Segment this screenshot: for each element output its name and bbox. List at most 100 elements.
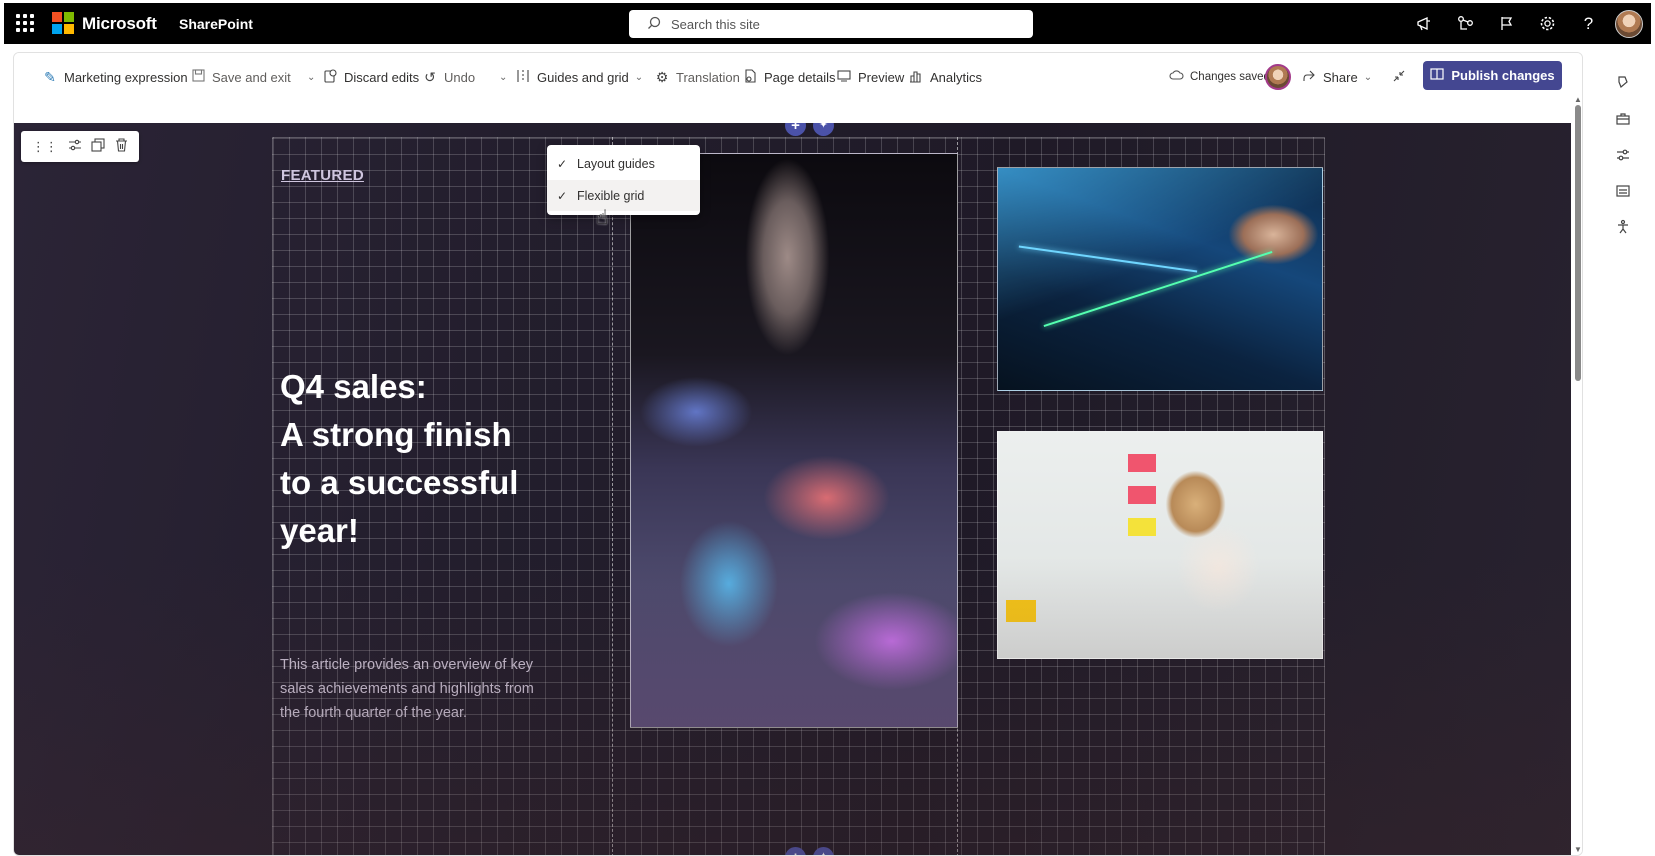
guides-grid-menu: ✓ Layout guides ✓ Flexible grid	[547, 145, 700, 215]
discard-edits-button[interactable]: Discard edits	[322, 67, 419, 87]
help-icon[interactable]: ?	[1568, 3, 1609, 44]
chair-shape	[1006, 600, 1036, 622]
publish-label: Publish changes	[1451, 68, 1555, 83]
microsoft-logo-icon	[52, 12, 74, 34]
chevron-down-icon: ⌄	[1363, 71, 1373, 83]
discard-icon	[322, 68, 338, 86]
guides-grid-button[interactable]: Guides and grid ⌄	[515, 67, 643, 87]
guides-label: Guides and grid	[537, 69, 629, 85]
translation-button[interactable]: ⚙ Translation	[654, 67, 740, 87]
edit-section-icon[interactable]	[68, 138, 82, 155]
save-exit-button[interactable]: Save and exit	[190, 67, 291, 87]
save-exit-label: Save and exit	[212, 69, 291, 85]
duplicate-icon[interactable]	[91, 138, 105, 155]
suite-icon-bar: ?	[1404, 3, 1651, 44]
suite-header: Microsoft SharePoint Search this site ?	[0, 0, 1655, 44]
scroll-up-icon[interactable]: ▲	[1574, 95, 1582, 104]
cloud-check-icon	[1168, 69, 1184, 85]
command-bar: ✎ Marketing expression Save and exit ⌄ D…	[14, 53, 1582, 123]
share-network-icon[interactable]	[1445, 3, 1486, 44]
page-title-button[interactable]: ✎ Marketing expression	[42, 67, 187, 87]
page-details-label: Page details	[764, 69, 836, 85]
checkmark-icon: ✓	[556, 188, 568, 203]
publish-button[interactable]: Publish changes	[1423, 61, 1562, 90]
menu-item-label: Layout guides	[577, 156, 655, 171]
chevron-down-icon: ⌄	[499, 71, 508, 83]
translation-label: Translation	[676, 69, 740, 85]
sliders-icon[interactable]	[1613, 147, 1633, 167]
collapse-button[interactable]	[1391, 67, 1407, 87]
preview-icon	[836, 69, 852, 86]
accessibility-icon[interactable]	[1613, 219, 1633, 239]
hero-description[interactable]: This article provides an overview of key…	[280, 653, 540, 725]
brand-name[interactable]: Microsoft	[82, 14, 157, 34]
page-icon: ✎	[44, 68, 56, 85]
toolbox-icon[interactable]	[1613, 111, 1633, 131]
chevron-down-icon: ⌄	[634, 71, 644, 83]
share-button[interactable]: Share ⌄	[1301, 67, 1372, 87]
undo-button[interactable]: ↺ Undo	[422, 67, 475, 87]
drag-handle-icon[interactable]: ⋮⋮	[32, 139, 58, 155]
app-name[interactable]: SharePoint	[179, 16, 253, 32]
stock-chart-image[interactable]	[997, 167, 1323, 391]
avatar	[1265, 64, 1291, 90]
page-details-icon	[742, 68, 758, 86]
ai-section-button[interactable]: ✦	[813, 123, 834, 136]
search-box[interactable]: Search this site	[629, 10, 1033, 38]
delete-icon[interactable]	[115, 138, 128, 155]
collapse-icon	[1391, 69, 1407, 86]
settings-icon[interactable]	[1527, 3, 1568, 44]
woman-planning-image[interactable]	[997, 431, 1323, 659]
chart-line-decoration	[1018, 245, 1198, 273]
hero-headline[interactable]: Q4 sales: A strong finish to a successfu…	[280, 363, 590, 555]
menu-item-label: Flexible grid	[577, 188, 645, 203]
headline-line: A strong finish	[280, 416, 512, 453]
chart-line-decoration	[1043, 250, 1273, 328]
hand-cursor-icon: ☝	[596, 207, 609, 229]
preview-label: Preview	[858, 69, 905, 85]
save-options-chevron[interactable]: ⌄	[307, 67, 315, 87]
touchscreen-data-image[interactable]	[630, 153, 958, 728]
checkmark-icon: ✓	[556, 156, 568, 171]
preview-button[interactable]: Preview	[836, 67, 904, 87]
save-status: Changes saved	[1168, 67, 1270, 87]
coauthor-avatar[interactable]	[1265, 63, 1291, 91]
featured-tag[interactable]: FEATURED	[281, 167, 364, 184]
section-toolbar: ⋮⋮	[21, 131, 139, 162]
save-icon	[190, 69, 206, 85]
app-launcher-icon[interactable]	[16, 14, 34, 32]
scrollbar-thumb[interactable]	[1575, 105, 1581, 381]
share-label: Share	[1323, 69, 1358, 85]
menu-item-flexible-grid[interactable]: ✓ Flexible grid	[547, 180, 700, 211]
undo-icon: ↺	[424, 68, 436, 85]
headline-line: Q4 sales:	[280, 368, 427, 405]
sticky-note	[1128, 518, 1156, 536]
translate-icon: ⚙	[655, 68, 669, 85]
megaphone-icon[interactable]	[1404, 3, 1445, 44]
status-label: Changes saved	[1190, 71, 1270, 83]
layout-icon[interactable]	[1613, 183, 1633, 203]
scroll-down-icon[interactable]: ▼	[1574, 845, 1582, 854]
flag-icon[interactable]	[1486, 3, 1527, 44]
vertical-scrollbar[interactable]: ▲ ▼	[1571, 93, 1582, 855]
analytics-button[interactable]: Analytics	[908, 67, 982, 87]
search-icon	[647, 16, 661, 33]
avatar[interactable]	[1615, 9, 1643, 38]
grid-guides-icon	[515, 69, 531, 86]
layout-guide	[612, 137, 613, 855]
app-rail	[1591, 44, 1655, 856]
undo-label: Undo	[444, 69, 476, 85]
share-icon	[1301, 69, 1317, 86]
headline-line: to a successful	[280, 464, 519, 501]
hero-section[interactable]: ⋮⋮ FEATURED Q4 sales: A strong finish to…	[14, 123, 1571, 855]
search-placeholder: Search this site	[671, 17, 760, 32]
add-section-button[interactable]: +	[785, 123, 806, 136]
analytics-label: Analytics	[930, 69, 983, 85]
page-details-button[interactable]: Page details	[742, 67, 836, 87]
sticky-note	[1128, 454, 1156, 472]
undo-options-chevron[interactable]: ⌄	[499, 67, 507, 87]
book-icon	[1430, 68, 1444, 83]
menu-item-layout-guides[interactable]: ✓ Layout guides	[547, 148, 700, 179]
copilot-icon[interactable]	[1613, 74, 1633, 94]
analytics-icon	[908, 69, 924, 86]
